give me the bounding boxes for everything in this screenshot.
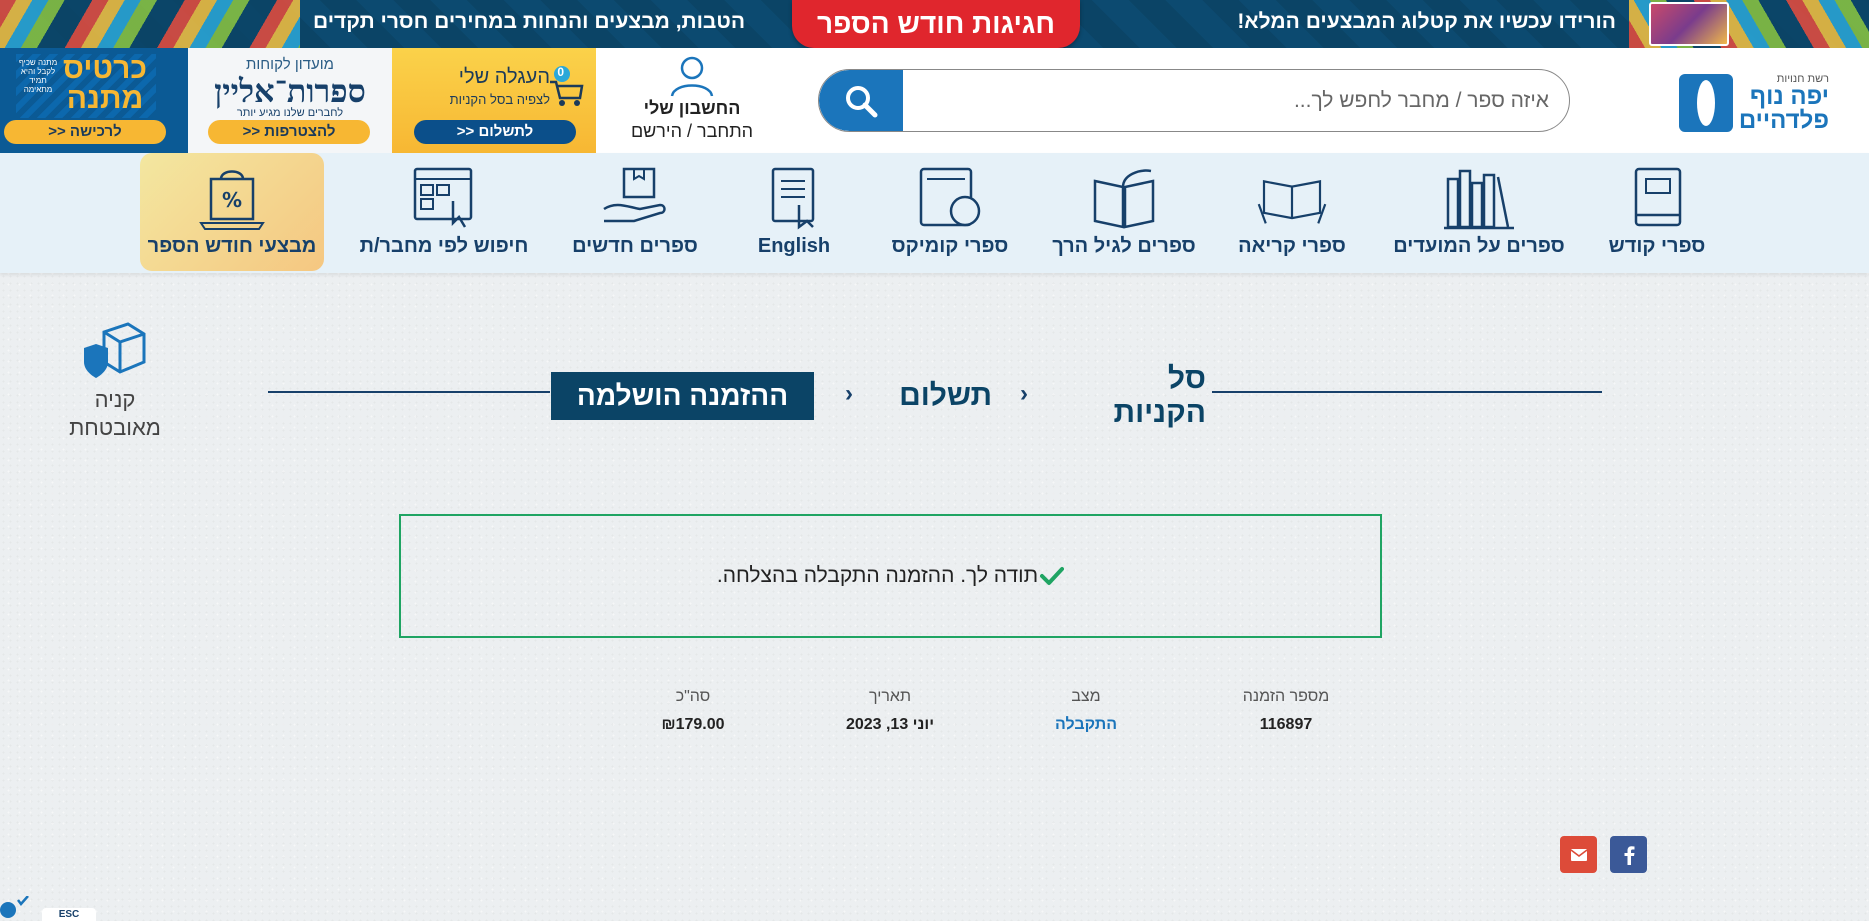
book-icon [1634, 167, 1682, 227]
logo-text: רשת חנויות יפה נוף פלדהיים [1739, 73, 1829, 133]
search-icon [846, 85, 878, 117]
bookshelf-icon [1444, 169, 1514, 230]
order-date-label: תאריך [868, 688, 912, 705]
order-status: מצב התקבלה [1046, 688, 1126, 734]
cart-title: העגלה שלי [458, 66, 550, 88]
site-header: רשת חנויות יפה נוף פלדהיים החשבון שלי הת… [0, 48, 1869, 153]
esc-shortcut[interactable]: ESC [42, 908, 96, 921]
order-total-value: ₪179.00 [661, 716, 725, 733]
document-icon [771, 167, 815, 230]
user-icon [670, 56, 714, 97]
nav-item-comics[interactable]: ספרי קומיקס [880, 153, 1020, 273]
secure-purchase: קניה מאובטחת [60, 322, 170, 442]
facebook-icon [1624, 845, 1634, 865]
gift-card-box[interactable]: כרטיס מתנה מתנה שכיף לקבל והיא תמיד מתאי… [0, 48, 188, 153]
account-label: החשבון שלי [643, 98, 741, 118]
order-number: מספר הזמנה 116897 [1236, 688, 1336, 734]
nav-item-new-books[interactable]: ספרים חדשים [570, 153, 700, 273]
order-date: תאריך יוני 13, 2023 [830, 688, 950, 734]
steps-line-left [268, 391, 550, 393]
search-input[interactable] [929, 70, 1549, 131]
accessibility-icon[interactable] [0, 896, 30, 921]
catalog-thumbnail[interactable] [1649, 2, 1729, 46]
success-message: תודה לך. ההזמנה התקבלה בהצלחה. [716, 564, 1039, 587]
cart-sub: לצפיה בסל הקניות [449, 92, 550, 107]
nav-item-reading[interactable]: ספרי קריאה [1202, 153, 1382, 273]
nav-item-holidays[interactable]: ספרים על המועדים [1388, 153, 1570, 273]
nav-item-book-month-sales[interactable]: % מבצעי חודש הספר [140, 153, 324, 271]
gift-card-buy-button[interactable]: לרכישה << [4, 120, 166, 144]
chevron-left-icon: ‹ [845, 380, 853, 407]
category-nav: ספרי קודש ספרים על המועדים ספרי קריאה ספ… [0, 153, 1869, 273]
club-small: מועדון לקוחות [246, 56, 334, 73]
secure-line2: מאובטחת [69, 415, 161, 440]
nav-label: ספרים לגיל הרך [1052, 235, 1196, 257]
order-date-value: יוני 13, 2023 [845, 716, 935, 733]
chevron-left-icon: ‹ [1020, 380, 1028, 407]
facebook-share-button[interactable] [1610, 836, 1647, 873]
cart-count: 0 [557, 65, 564, 79]
cart-icon [550, 66, 584, 106]
logo-mark-icon [1678, 74, 1733, 132]
secure-line1: קניה [94, 387, 136, 412]
new-box-icon [603, 167, 666, 223]
promo-badge[interactable]: חגיגות חודש הספר [792, 0, 1080, 48]
promo-bar: הורידו עכשיו את קטלוג המבצעים המלא! הטבו… [0, 0, 1869, 48]
nav-label: ספרי קריאה [1238, 235, 1346, 257]
search-author-icon [413, 167, 473, 228]
nav-label: ספרים על המועדים [1393, 235, 1565, 257]
cart-checkout-button[interactable]: לתשלום << [414, 120, 576, 144]
success-notice: תודה לך. ההזמנה התקבלה בהצלחה. [399, 514, 1382, 638]
discount-bag-icon: % [199, 170, 265, 230]
nav-item-young-children[interactable]: ספרים לגיל הרך [1046, 153, 1202, 273]
club-join-button[interactable]: להצטרפות << [208, 120, 370, 144]
club-tag: לחברים שלנו מגיע יותר [236, 107, 344, 119]
email-share-button[interactable] [1560, 836, 1597, 873]
nav-label: English [757, 235, 831, 257]
check-icon [1040, 566, 1065, 586]
logo-line1: יפה נוף [1749, 83, 1829, 110]
svg-text:%: % [222, 188, 242, 212]
order-status-label: מצב [1071, 688, 1101, 705]
order-status-value: התקבלה [1055, 716, 1117, 733]
nav-label: ספרי קודש [1608, 235, 1706, 257]
catalog-download-link[interactable]: הורידו עכשיו את קטלוג המבצעים המלא! [1237, 10, 1616, 34]
nav-item-english[interactable]: English [746, 153, 842, 273]
secure-box-icon [84, 322, 146, 378]
nav-label: מבצעי חודש הספר [147, 235, 317, 257]
steps-line-right [1212, 391, 1602, 393]
reader-icon [1257, 180, 1327, 224]
open-book-icon [1093, 169, 1155, 229]
gift-card-title: כרטיס מתנה [63, 52, 147, 115]
order-total: סה"כ ₪179.00 [650, 688, 736, 734]
step-payment: תשלום [899, 379, 992, 412]
club-brand: ספרות־אליין [214, 72, 366, 110]
nav-label: ספרים חדשים [572, 235, 698, 257]
nav-item-search-author[interactable]: חיפוש לפי מחבר/ת [356, 153, 532, 273]
cart-box[interactable]: 0 העגלה שלי לצפיה בסל הקניות לתשלום << [392, 48, 596, 153]
site-logo[interactable]: רשת חנויות יפה נוף פלדהיים [1669, 68, 1829, 138]
login-register-link[interactable]: התחבר / הירשם [622, 121, 762, 142]
order-number-value: 116897 [1259, 716, 1313, 733]
logo-line2: פלדהיים [1738, 107, 1829, 134]
account-link[interactable]: החשבון שלי התחבר / הירשם [622, 52, 762, 148]
search-box [818, 69, 1570, 132]
search-button[interactable] [819, 70, 903, 131]
step-complete: ההזמנה הושלמה [551, 372, 814, 420]
nav-label: חיפוש לפי מחבר/ת [359, 235, 529, 257]
envelope-icon [1570, 848, 1587, 861]
step-cart[interactable]: סל הקניות [1074, 362, 1206, 429]
promo-deals-text[interactable]: הטבות, מבצעים והנחות במחירים חסרי תקדים [313, 10, 745, 34]
comic-icon [919, 167, 981, 227]
club-box[interactable]: מועדון לקוחות ספרות־אליין לחברים שלנו מג… [188, 48, 392, 153]
order-number-label: מספר הזמנה [1242, 688, 1330, 705]
gift-card-tagline: מתנה שכיף לקבל והיא תמיד מתאימה [18, 58, 58, 94]
promo-stripes-left [0, 0, 300, 48]
order-total-label: סה"כ [675, 688, 711, 705]
nav-label: ספרי קומיקס [891, 235, 1009, 257]
nav-item-holy-books[interactable]: ספרי קודש [1597, 153, 1717, 273]
